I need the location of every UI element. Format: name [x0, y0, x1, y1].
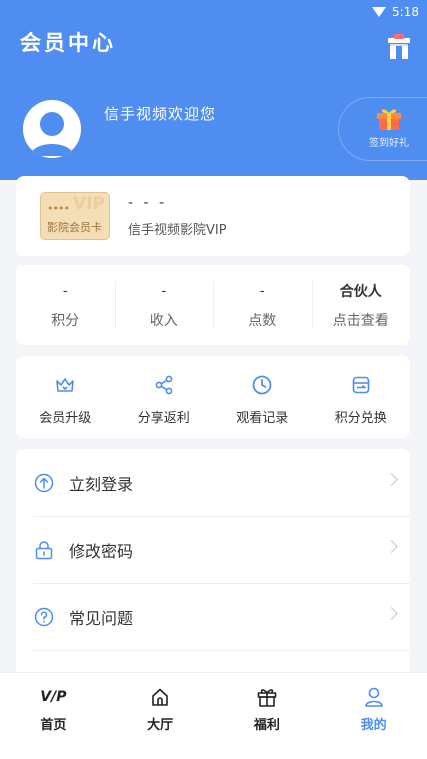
welcome-text: 信手视频欢迎您	[104, 105, 217, 123]
menu-item-login[interactable]: 立刻登录	[16, 449, 410, 516]
actions-card: 会员升级 分享返利 观看记录 积分兑换	[16, 356, 410, 438]
action-label: 会员升级	[39, 411, 92, 426]
stat-income[interactable]: - 收入	[114, 265, 214, 345]
message-icon[interactable]	[385, 33, 413, 61]
tab-label: 首页	[40, 718, 67, 733]
vip-title: - - -	[128, 195, 168, 211]
menu-list: 立刻登录 修改密码 常见问题	[16, 449, 410, 689]
stat-value: -	[161, 283, 167, 299]
menu-label: 立刻登录	[69, 474, 134, 494]
badge-label: 影院会员卡	[47, 221, 102, 234]
stat-credits[interactable]: - 点数	[213, 265, 312, 345]
action-history[interactable]: 观看记录	[213, 356, 312, 438]
tab-hall[interactable]: 大厅	[107, 673, 214, 759]
home-icon	[152, 688, 168, 706]
stat-value: 合伙人	[339, 283, 382, 300]
action-label: 观看记录	[236, 411, 289, 426]
stat-value: -	[259, 283, 265, 299]
user-icon	[364, 687, 383, 707]
question-icon	[34, 607, 54, 626]
checkin-label: 签到好礼	[369, 138, 409, 149]
lock-icon	[35, 540, 53, 559]
chevron-right-icon	[385, 473, 398, 486]
exchange-icon	[352, 376, 370, 394]
stat-label: 点数	[248, 312, 277, 329]
stat-label: 积分	[51, 312, 80, 329]
vip-card-badge: •••• VIP 影院会员卡	[40, 192, 110, 240]
tab-mine[interactable]: 我的	[320, 673, 427, 759]
share-icon	[155, 375, 173, 395]
status-time: 5:18	[392, 5, 419, 19]
badge-dots: ••••	[47, 202, 70, 215]
menu-label: 修改密码	[69, 541, 134, 561]
clock-icon	[252, 375, 272, 395]
vip-logo: V/P	[40, 689, 67, 705]
action-share[interactable]: 分享返利	[115, 356, 214, 438]
tab-home[interactable]: V/P 首页	[0, 673, 107, 759]
stat-points[interactable]: - 积分	[16, 265, 115, 345]
stat-label: 点击查看	[332, 312, 389, 329]
vip-name: 信手视频影院VIP	[128, 223, 227, 238]
tab-label: 大厅	[147, 718, 174, 733]
tab-label: 我的	[360, 718, 387, 733]
wifi-icon	[372, 7, 387, 17]
action-label: 积分兑换	[334, 411, 387, 426]
page-title: 会员中心	[20, 31, 116, 55]
action-exchange[interactable]: 积分兑换	[312, 356, 411, 438]
stat-partner[interactable]: 合伙人 点击查看	[311, 265, 411, 345]
menu-item-change-password[interactable]: 修改密码	[16, 516, 410, 583]
avatar[interactable]	[23, 100, 81, 158]
tab-label: 福利	[253, 718, 280, 733]
action-upgrade[interactable]: 会员升级	[16, 356, 115, 438]
tab-welfare[interactable]: 福利	[214, 673, 321, 759]
chevron-right-icon	[385, 607, 398, 620]
chevron-right-icon	[385, 540, 398, 553]
menu-item-faq[interactable]: 常见问题	[16, 583, 410, 650]
checkin-button[interactable]: 签到好礼	[338, 97, 427, 161]
gift-box-icon	[377, 109, 401, 130]
bottom-tab-bar: V/P 首页 大厅 福利 我的	[0, 672, 427, 759]
gift-icon	[257, 689, 277, 707]
stat-value: -	[62, 283, 68, 299]
login-icon	[34, 473, 54, 492]
crown-icon	[56, 378, 75, 392]
menu-label: 常见问题	[69, 608, 134, 628]
status-bar: 5:18	[372, 3, 419, 21]
stat-label: 收入	[149, 312, 178, 329]
vip-card[interactable]: •••• VIP 影院会员卡 - - - 信手视频影院VIP	[16, 176, 410, 256]
stats-card: - 积分 - 收入 - 点数 合伙人 点击查看	[16, 265, 410, 345]
badge-vip-word: VIP	[73, 194, 105, 214]
action-label: 分享返利	[137, 411, 190, 426]
header: 5:18 会员中心 信手视频欢迎您 签到好礼	[0, 0, 427, 180]
